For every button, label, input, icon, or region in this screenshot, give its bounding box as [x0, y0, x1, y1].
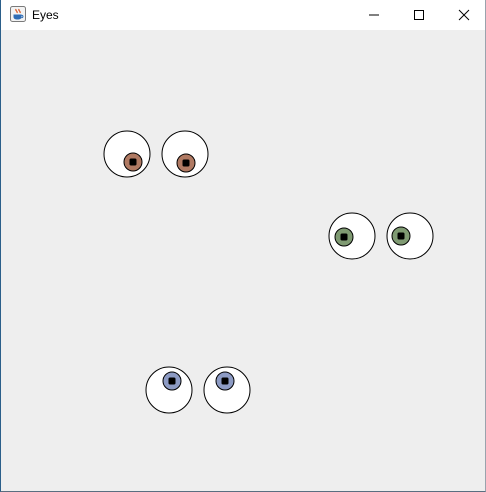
eye-pupil — [182, 159, 190, 167]
eye-pupil — [340, 233, 348, 241]
right-eye — [161, 130, 209, 178]
left-eye — [145, 366, 193, 414]
minimize-button[interactable] — [351, 0, 397, 30]
eye-sclera — [103, 130, 151, 178]
left-eye — [103, 130, 151, 178]
title-bar[interactable]: Eyes — [1, 0, 485, 30]
eye-pair — [103, 130, 209, 178]
right-eye — [386, 212, 434, 260]
close-button[interactable] — [441, 0, 486, 30]
window-title: Eyes — [32, 8, 59, 22]
java-cup-icon — [10, 6, 26, 22]
eye-pair — [145, 366, 251, 414]
eyes-canvas[interactable] — [1, 30, 485, 491]
right-eye — [203, 366, 251, 414]
eye-pupil — [168, 377, 176, 385]
eye-pupil — [397, 232, 405, 240]
minimize-icon — [369, 14, 379, 16]
left-eye — [328, 212, 376, 260]
eye-pupil — [221, 377, 229, 385]
application-window: Eyes — [0, 0, 486, 492]
maximize-icon — [414, 10, 424, 20]
eye-pupil — [129, 158, 137, 166]
eyes-drawing — [103, 130, 434, 414]
close-icon — [458, 9, 470, 21]
maximize-button[interactable] — [396, 0, 442, 30]
eye-pair — [328, 212, 434, 260]
